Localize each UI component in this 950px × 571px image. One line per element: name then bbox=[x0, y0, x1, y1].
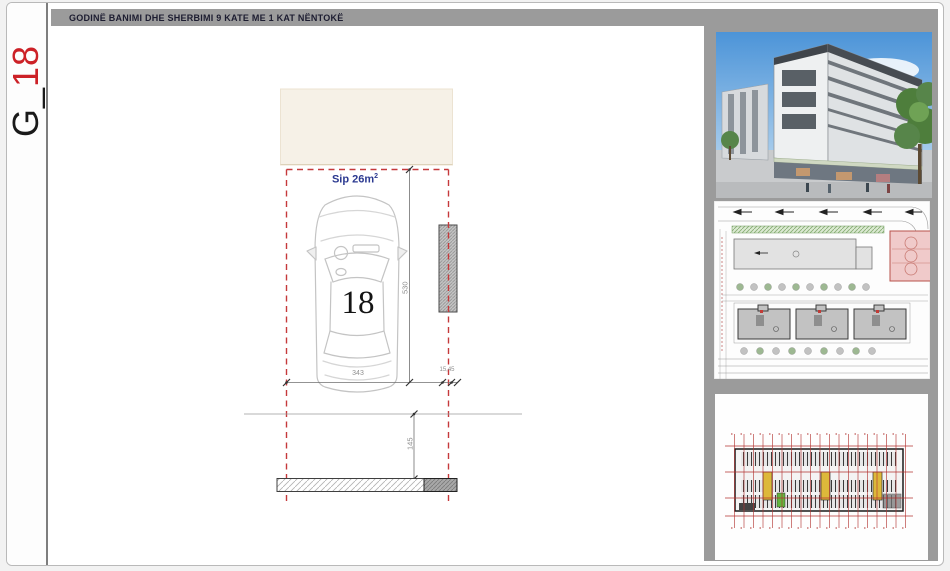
sheet-label-number: 18 bbox=[6, 44, 46, 88]
sports-court bbox=[889, 230, 930, 282]
reference-panel-rail bbox=[704, 9, 938, 561]
sheet-label-strip: G_ 18 bbox=[7, 3, 48, 565]
basement-plan-thumbnail bbox=[715, 394, 928, 560]
tree-row bbox=[740, 347, 876, 355]
dim-front-clearance-label: 145 bbox=[405, 437, 415, 451]
aisle-zone bbox=[280, 88, 453, 166]
drawing-sheet: G_ 18 GODINË BANIMI DHE SHERBIMI 9 KATE M… bbox=[6, 2, 944, 566]
area-label: Sip 26m2 bbox=[331, 173, 379, 186]
bottom-wall bbox=[276, 478, 458, 492]
sheet-label: G_ 18 bbox=[6, 31, 46, 151]
drawing-title: GODINË BANIMI DHE SHERBIMI 9 KATE ME 1 K… bbox=[69, 12, 344, 23]
building-3d-render-thumbnail bbox=[716, 32, 932, 198]
parking-space-number: 18 bbox=[341, 285, 375, 321]
site-plan-thumbnail bbox=[714, 201, 930, 379]
dim-width-label: 343 bbox=[352, 370, 364, 377]
dim-depth-label: 530 bbox=[400, 281, 410, 295]
sheet-label-prefix: G_ bbox=[6, 87, 46, 138]
dim-column-offsets-label: 15,45 bbox=[439, 367, 455, 373]
